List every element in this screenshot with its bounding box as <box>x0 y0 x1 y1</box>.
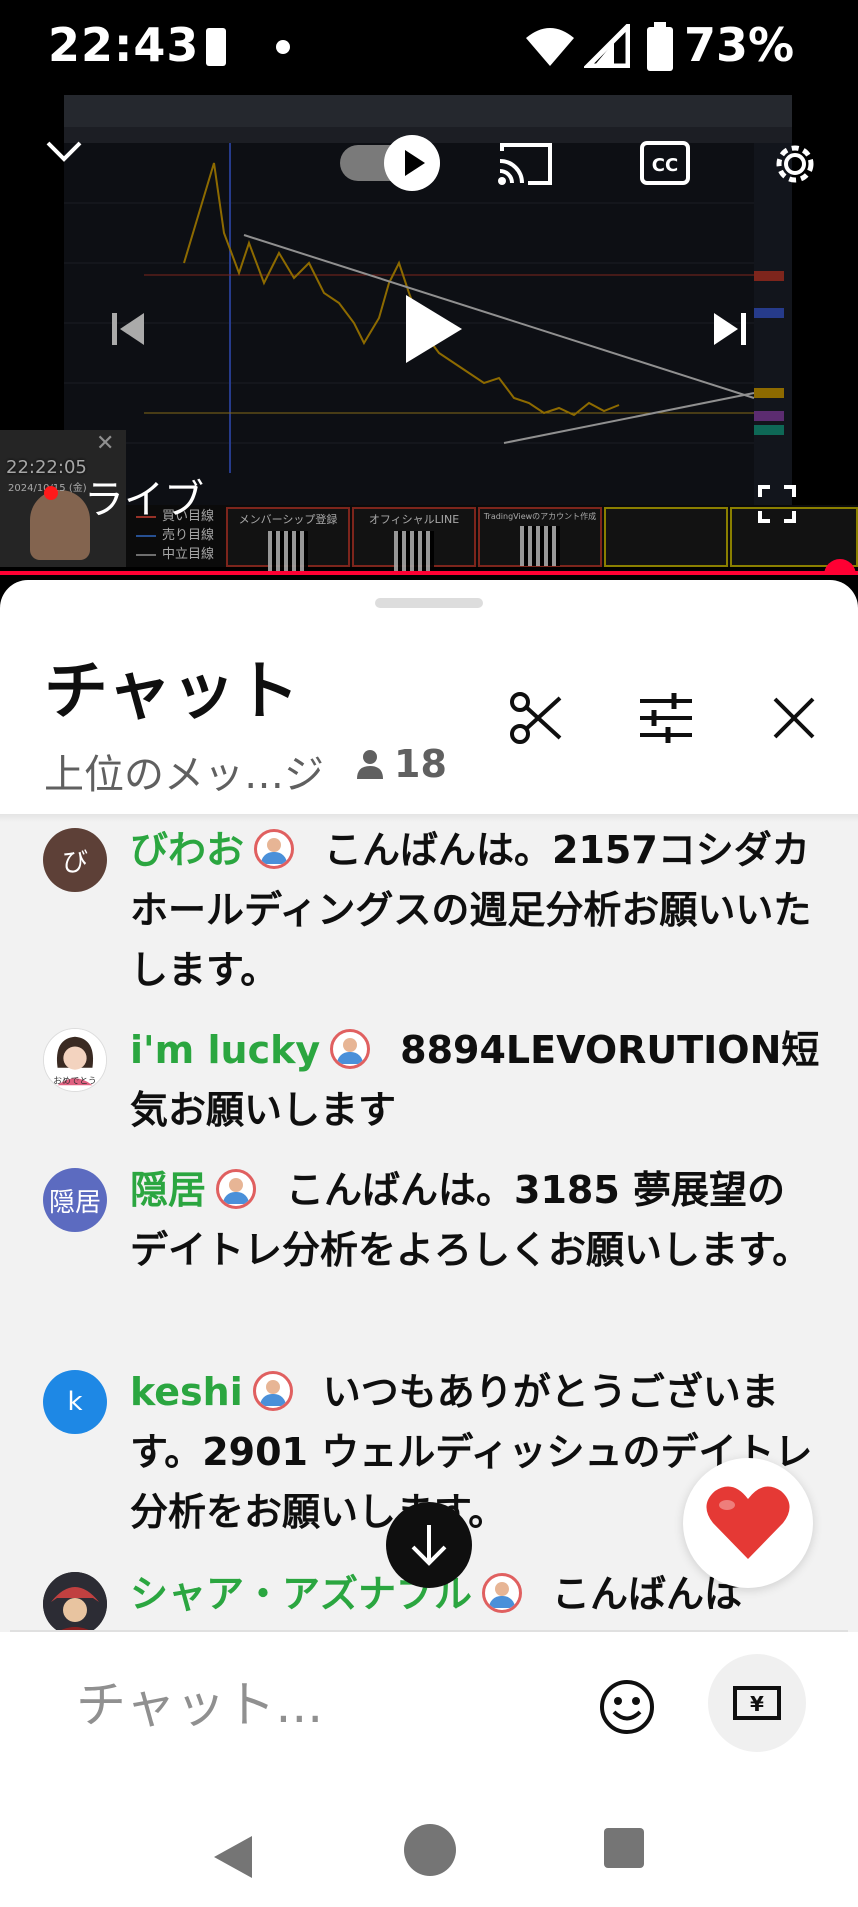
settings-gear-icon[interactable] <box>768 137 822 191</box>
next-icon[interactable] <box>710 309 750 349</box>
member-badge-icon <box>216 1169 257 1209</box>
avatar-illustration-icon <box>43 1572 107 1636</box>
live-label[interactable]: ライブ <box>84 467 204 525</box>
battery-percent: 73% <box>684 18 795 72</box>
status-bar: 22:43 73% <box>0 0 858 95</box>
battery-icon <box>647 22 673 71</box>
person-icon <box>357 750 383 779</box>
viewer-count: 18 <box>356 742 447 786</box>
avatar[interactable] <box>43 1572 107 1636</box>
svg-text:おめでとう: おめでとう <box>53 1075 97 1086</box>
header-divider <box>0 814 858 822</box>
avatar-initial: び <box>61 847 88 878</box>
close-chat-button[interactable] <box>756 680 832 756</box>
autoplay-toggle-knob[interactable] <box>384 135 440 191</box>
avatar[interactable]: 隠居 <box>43 1168 107 1232</box>
yen-bill-icon: ¥ <box>733 1686 781 1720</box>
message-author[interactable]: びわお <box>130 828 244 872</box>
close-icon <box>773 697 815 739</box>
autoplay-play-icon <box>405 150 425 176</box>
home-circle-icon[interactable] <box>404 1824 456 1876</box>
message-body: 隠居 こんばんは。3185 夢展望のデイトレ分析をよろしくお願いします。 <box>130 1160 820 1280</box>
previous-icon[interactable] <box>108 309 148 349</box>
member-badge-icon <box>254 829 295 869</box>
back-triangle-icon[interactable] <box>212 1834 254 1880</box>
heart-icon <box>706 1486 790 1559</box>
closed-captions-icon[interactable]: CC <box>640 141 690 185</box>
avatar[interactable]: おめでとう <box>43 1028 107 1092</box>
arrow-down-icon <box>411 1525 447 1566</box>
signal-icon <box>584 24 630 68</box>
emoji-smile-icon <box>600 1680 654 1734</box>
emoji-button[interactable] <box>594 1674 660 1740</box>
notification-dot-icon <box>276 40 290 54</box>
avatar[interactable]: び <box>43 828 107 892</box>
chat-filter-button[interactable] <box>628 680 704 756</box>
viewer-count-value: 18 <box>394 742 447 786</box>
message-body: びわお こんばんは。2157コシダカホールディングスの週足分析お願いいたします。 <box>130 822 820 1000</box>
status-time: 22:43 <box>48 18 200 72</box>
avatar-illustration-icon: おめでとう <box>44 1029 106 1091</box>
video-player[interactable]: 買い目線 売り目線 中立目線 メンバーシップ登録 オフィシャルLINE Trad… <box>0 95 858 575</box>
chat-title: チャット <box>44 655 300 729</box>
cast-icon[interactable] <box>496 141 554 187</box>
fullscreen-icon[interactable] <box>758 485 796 523</box>
drag-handle[interactable] <box>375 598 483 608</box>
sim-icon <box>206 28 226 66</box>
clip-button[interactable] <box>498 680 574 756</box>
collapse-chevron-icon[interactable] <box>44 139 84 165</box>
progress-bar[interactable] <box>0 571 858 575</box>
member-badge-icon <box>330 1029 371 1069</box>
system-nav-bar <box>0 1782 858 1907</box>
message-author[interactable]: i'm lucky <box>130 1028 320 1072</box>
wifi-icon <box>526 28 574 66</box>
chat-input[interactable] <box>76 1670 556 1740</box>
scroll-to-bottom-button[interactable] <box>386 1502 472 1588</box>
live-dot-icon <box>44 486 58 500</box>
message-author[interactable]: keshi <box>130 1370 243 1414</box>
svg-text:¥: ¥ <box>750 1692 764 1716</box>
play-icon[interactable] <box>400 291 466 367</box>
member-badge-icon <box>482 1573 523 1613</box>
avatar-initial: k <box>67 1387 83 1417</box>
member-badge-icon <box>252 1371 293 1411</box>
chat-mode-selector[interactable]: 上位のメッ…ジ <box>44 742 324 800</box>
message-body: i'm lucky 8894LEVORUTION短気お願いします <box>130 1020 820 1140</box>
tune-sliders-icon <box>640 693 692 743</box>
super-chat-button[interactable]: ¥ <box>708 1654 806 1752</box>
avatar[interactable]: k <box>43 1370 107 1434</box>
svg-text:CC: CC <box>652 155 678 176</box>
reaction-heart-button[interactable] <box>683 1458 813 1588</box>
avatar-initial: 隠居 <box>48 1187 101 1218</box>
recent-apps-square-icon[interactable] <box>604 1828 644 1868</box>
scissors-icon <box>510 692 562 744</box>
chat-input-bar: ¥ <box>0 1632 858 1782</box>
message-author[interactable]: 隠居 <box>130 1168 206 1212</box>
